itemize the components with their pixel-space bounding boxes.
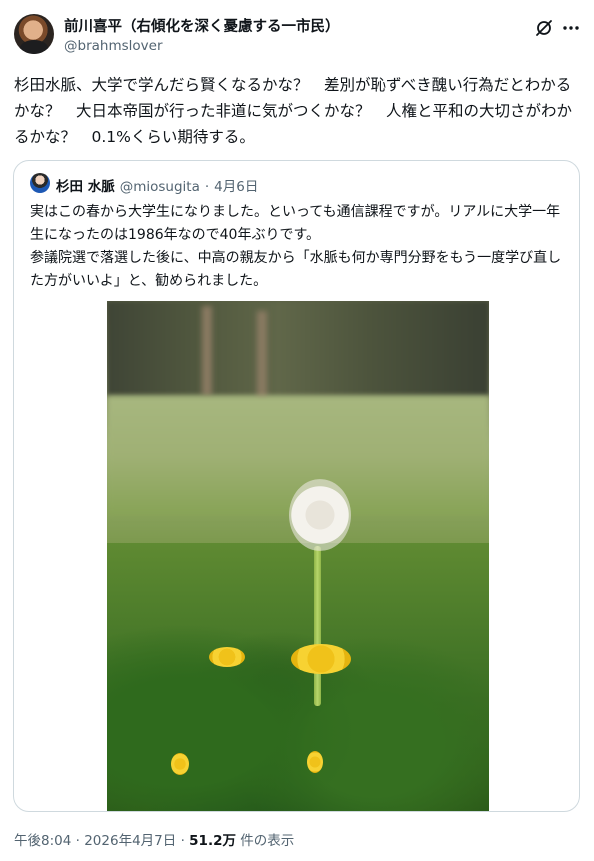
photo-yellow-bud: [307, 751, 323, 773]
footer-date[interactable]: 2026年4月7日: [84, 833, 176, 849]
footer-time[interactable]: 午後8:04: [14, 833, 71, 849]
photo-tree-trunk: [257, 311, 267, 401]
author-handle[interactable]: @brahmslover: [64, 38, 163, 54]
quote-avatar: [30, 173, 50, 193]
photo-dandelion-stem: [314, 546, 321, 706]
photo-background-trees: [107, 301, 489, 396]
tweet-text: 杉田水脈、大学で学んだら賢くなるかな？ 差別が恥ずべき醜い行為だとわかるかな？ …: [14, 76, 573, 146]
author-name-row[interactable]: 前川喜平（右傾化を深く憂慮する一市民）: [64, 15, 340, 36]
dandelion-photo[interactable]: [107, 301, 489, 811]
quoted-tweet-card[interactable]: 杉田 水脈 @miosugita · 4月6日 実はこの春から大学生になりました…: [13, 160, 580, 812]
author-display-name[interactable]: 前川喜平（右傾化を深く憂慮する一市民）: [64, 15, 340, 36]
quote-text: 実はこの春から大学生になりました。といっても通信課程ですが。リアルに大学一年生に…: [30, 201, 570, 293]
quote-handle: @miosugita: [119, 179, 200, 195]
quote-display-name: 杉田 水脈: [56, 179, 115, 195]
photo-yellow-flower: [291, 644, 351, 674]
tweet-footer: 午後8:04 · 2026年4月7日 · 51.2万 件の表示: [14, 829, 294, 849]
quote-text-paragraph-1: 実はこの春から大学生になりました。といっても通信課程ですが。リアルに大学一年生に…: [30, 204, 561, 243]
photo-grass: [107, 543, 489, 811]
footer-view-count: 51.2万: [189, 833, 236, 849]
quote-date: 4月6日: [214, 179, 259, 195]
footer-separator-2: ·: [180, 833, 185, 849]
grok-icon[interactable]: [534, 18, 554, 38]
quote-header: 杉田 水脈 @miosugita · 4月6日: [56, 175, 258, 195]
quote-separator: ·: [204, 179, 210, 195]
footer-view-label: 件の表示: [240, 833, 295, 849]
author-avatar[interactable]: [14, 14, 54, 54]
photo-dandelion-seedhead: [289, 479, 351, 551]
photo-tree-trunk: [202, 306, 212, 396]
photo-yellow-flower: [209, 647, 245, 667]
photo-yellow-bud: [171, 753, 189, 775]
footer-separator: ·: [75, 833, 80, 849]
quote-text-paragraph-2: 参議院選で落選した後に、中高の親友から「水脈も何か専門分野をもう一度学び直した方…: [30, 250, 562, 289]
more-icon[interactable]: [560, 18, 582, 38]
